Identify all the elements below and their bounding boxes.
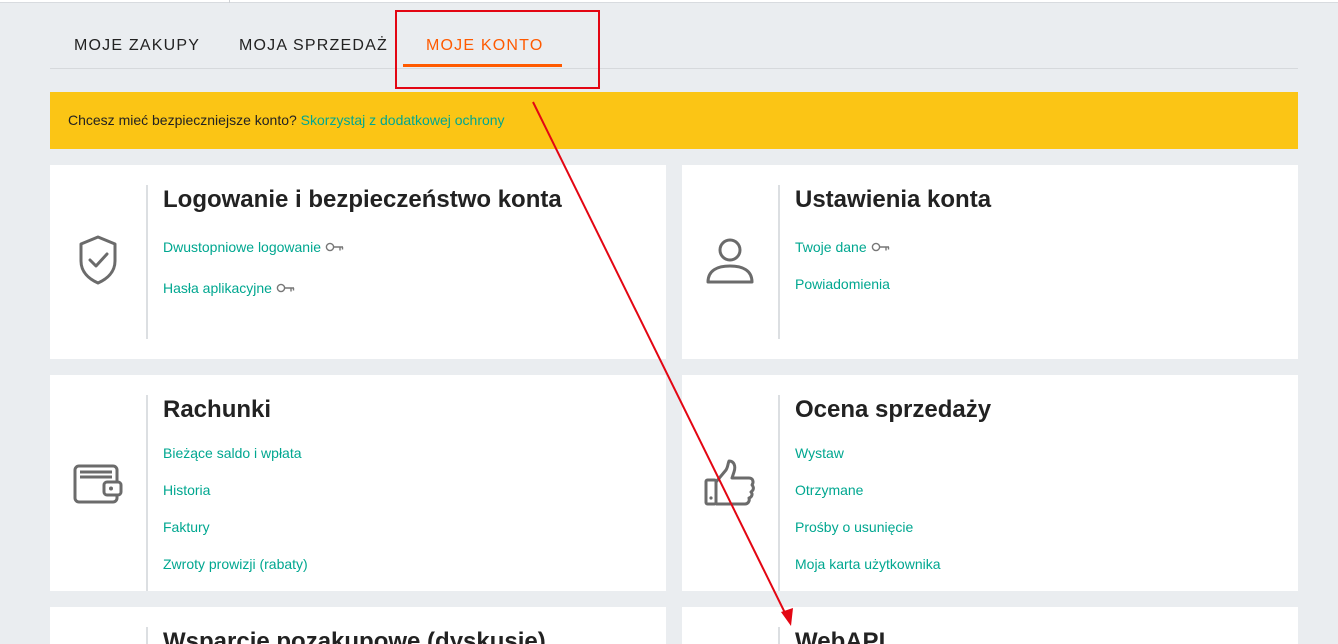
card-account-settings: Ustawienia konta Twoje dane Powiadomieni…: [682, 165, 1298, 359]
card-divider: [778, 627, 780, 644]
card-divider: [146, 395, 148, 591]
banner-text: Chcesz mieć bezpieczniejsze konto?: [68, 112, 297, 128]
banner-link-extra-protection[interactable]: Skorzystaj z dodatkowej ochrony: [301, 112, 505, 128]
card-divider: [778, 185, 780, 339]
user-icon: [682, 225, 778, 295]
link-removal-requests[interactable]: Prośby o usunięcie: [795, 519, 913, 535]
card-divider: [146, 185, 148, 339]
link-notifications[interactable]: Powiadomienia: [795, 276, 890, 292]
link-label[interactable]: Prośby o usunięcie: [795, 519, 913, 535]
card-title: Ocena sprzedaży: [795, 396, 992, 423]
link-label[interactable]: Bieżące saldo i wpłata: [163, 445, 302, 461]
tab-moje-konto[interactable]: MOJE KONTO: [426, 37, 544, 55]
link-label[interactable]: Dwustopniowe logowanie: [163, 239, 321, 255]
link-received-ratings[interactable]: Otrzymane: [795, 482, 863, 498]
card-title: WebAPI: [795, 628, 886, 644]
card-title: Ustawienia konta: [795, 186, 992, 213]
link-label[interactable]: Moja karta użytkownika: [795, 556, 941, 572]
card-title: Logowanie i bezpieczeństwo konta: [163, 186, 562, 213]
link-label[interactable]: Powiadomienia: [795, 276, 890, 292]
key-icon: [325, 242, 344, 252]
tab-moje-zakupy[interactable]: MOJE ZAKUPY: [74, 37, 200, 55]
card-webapi: WebAPI: [682, 607, 1298, 644]
link-label[interactable]: Hasła aplikacyjne: [163, 280, 272, 296]
link-your-data[interactable]: Twoje dane: [795, 239, 891, 255]
card-post-purchase-support: Wsparcie pozakupowe (dyskusje): [50, 607, 666, 644]
tab-bar: MOJE ZAKUPY MOJA SPRZEDAŻ MOJE KONTO: [50, 0, 1298, 69]
card-divider: [146, 627, 148, 644]
link-label[interactable]: Wystaw: [795, 445, 844, 461]
link-user-card[interactable]: Moja karta użytkownika: [795, 556, 941, 572]
wallet-icon: [50, 455, 146, 511]
link-label[interactable]: Zwroty prowizji (rabaty): [163, 556, 308, 572]
thumbs-up-icon: [682, 453, 778, 513]
card-bills: Rachunki Bieżące saldo i wpłata Historia…: [50, 375, 666, 591]
key-icon: [871, 242, 889, 252]
link-history[interactable]: Historia: [163, 482, 210, 498]
link-commission-refunds[interactable]: Zwroty prowizji (rabaty): [163, 556, 308, 572]
active-tab-underline: [403, 64, 562, 67]
link-label[interactable]: Twoje dane: [795, 239, 867, 255]
card-title: Rachunki: [163, 396, 272, 423]
link-label[interactable]: Historia: [163, 482, 210, 498]
link-label[interactable]: Faktury: [163, 519, 210, 535]
tab-moja-sprzedaz[interactable]: MOJA SPRZEDAŻ: [239, 37, 388, 55]
card-sales-rating: Ocena sprzedaży Wystaw Otrzymane Prośby …: [682, 375, 1298, 591]
key-icon: [276, 283, 295, 293]
card-security: Logowanie i bezpieczeństwo konta Dwustop…: [50, 165, 666, 359]
link-current-balance[interactable]: Bieżące saldo i wpłata: [163, 445, 302, 461]
link-app-passwords[interactable]: Hasła aplikacyjne: [163, 280, 296, 296]
link-two-step-login[interactable]: Dwustopniowe logowanie: [163, 239, 345, 255]
link-invoices[interactable]: Faktury: [163, 519, 210, 535]
security-banner: Chcesz mieć bezpieczniejsze konto? Skorz…: [50, 92, 1298, 149]
link-issue-rating[interactable]: Wystaw: [795, 445, 844, 461]
shield-check-icon: [50, 225, 146, 295]
card-title: Wsparcie pozakupowe (dyskusje): [163, 628, 546, 644]
card-divider: [778, 395, 780, 591]
link-label[interactable]: Otrzymane: [795, 482, 863, 498]
